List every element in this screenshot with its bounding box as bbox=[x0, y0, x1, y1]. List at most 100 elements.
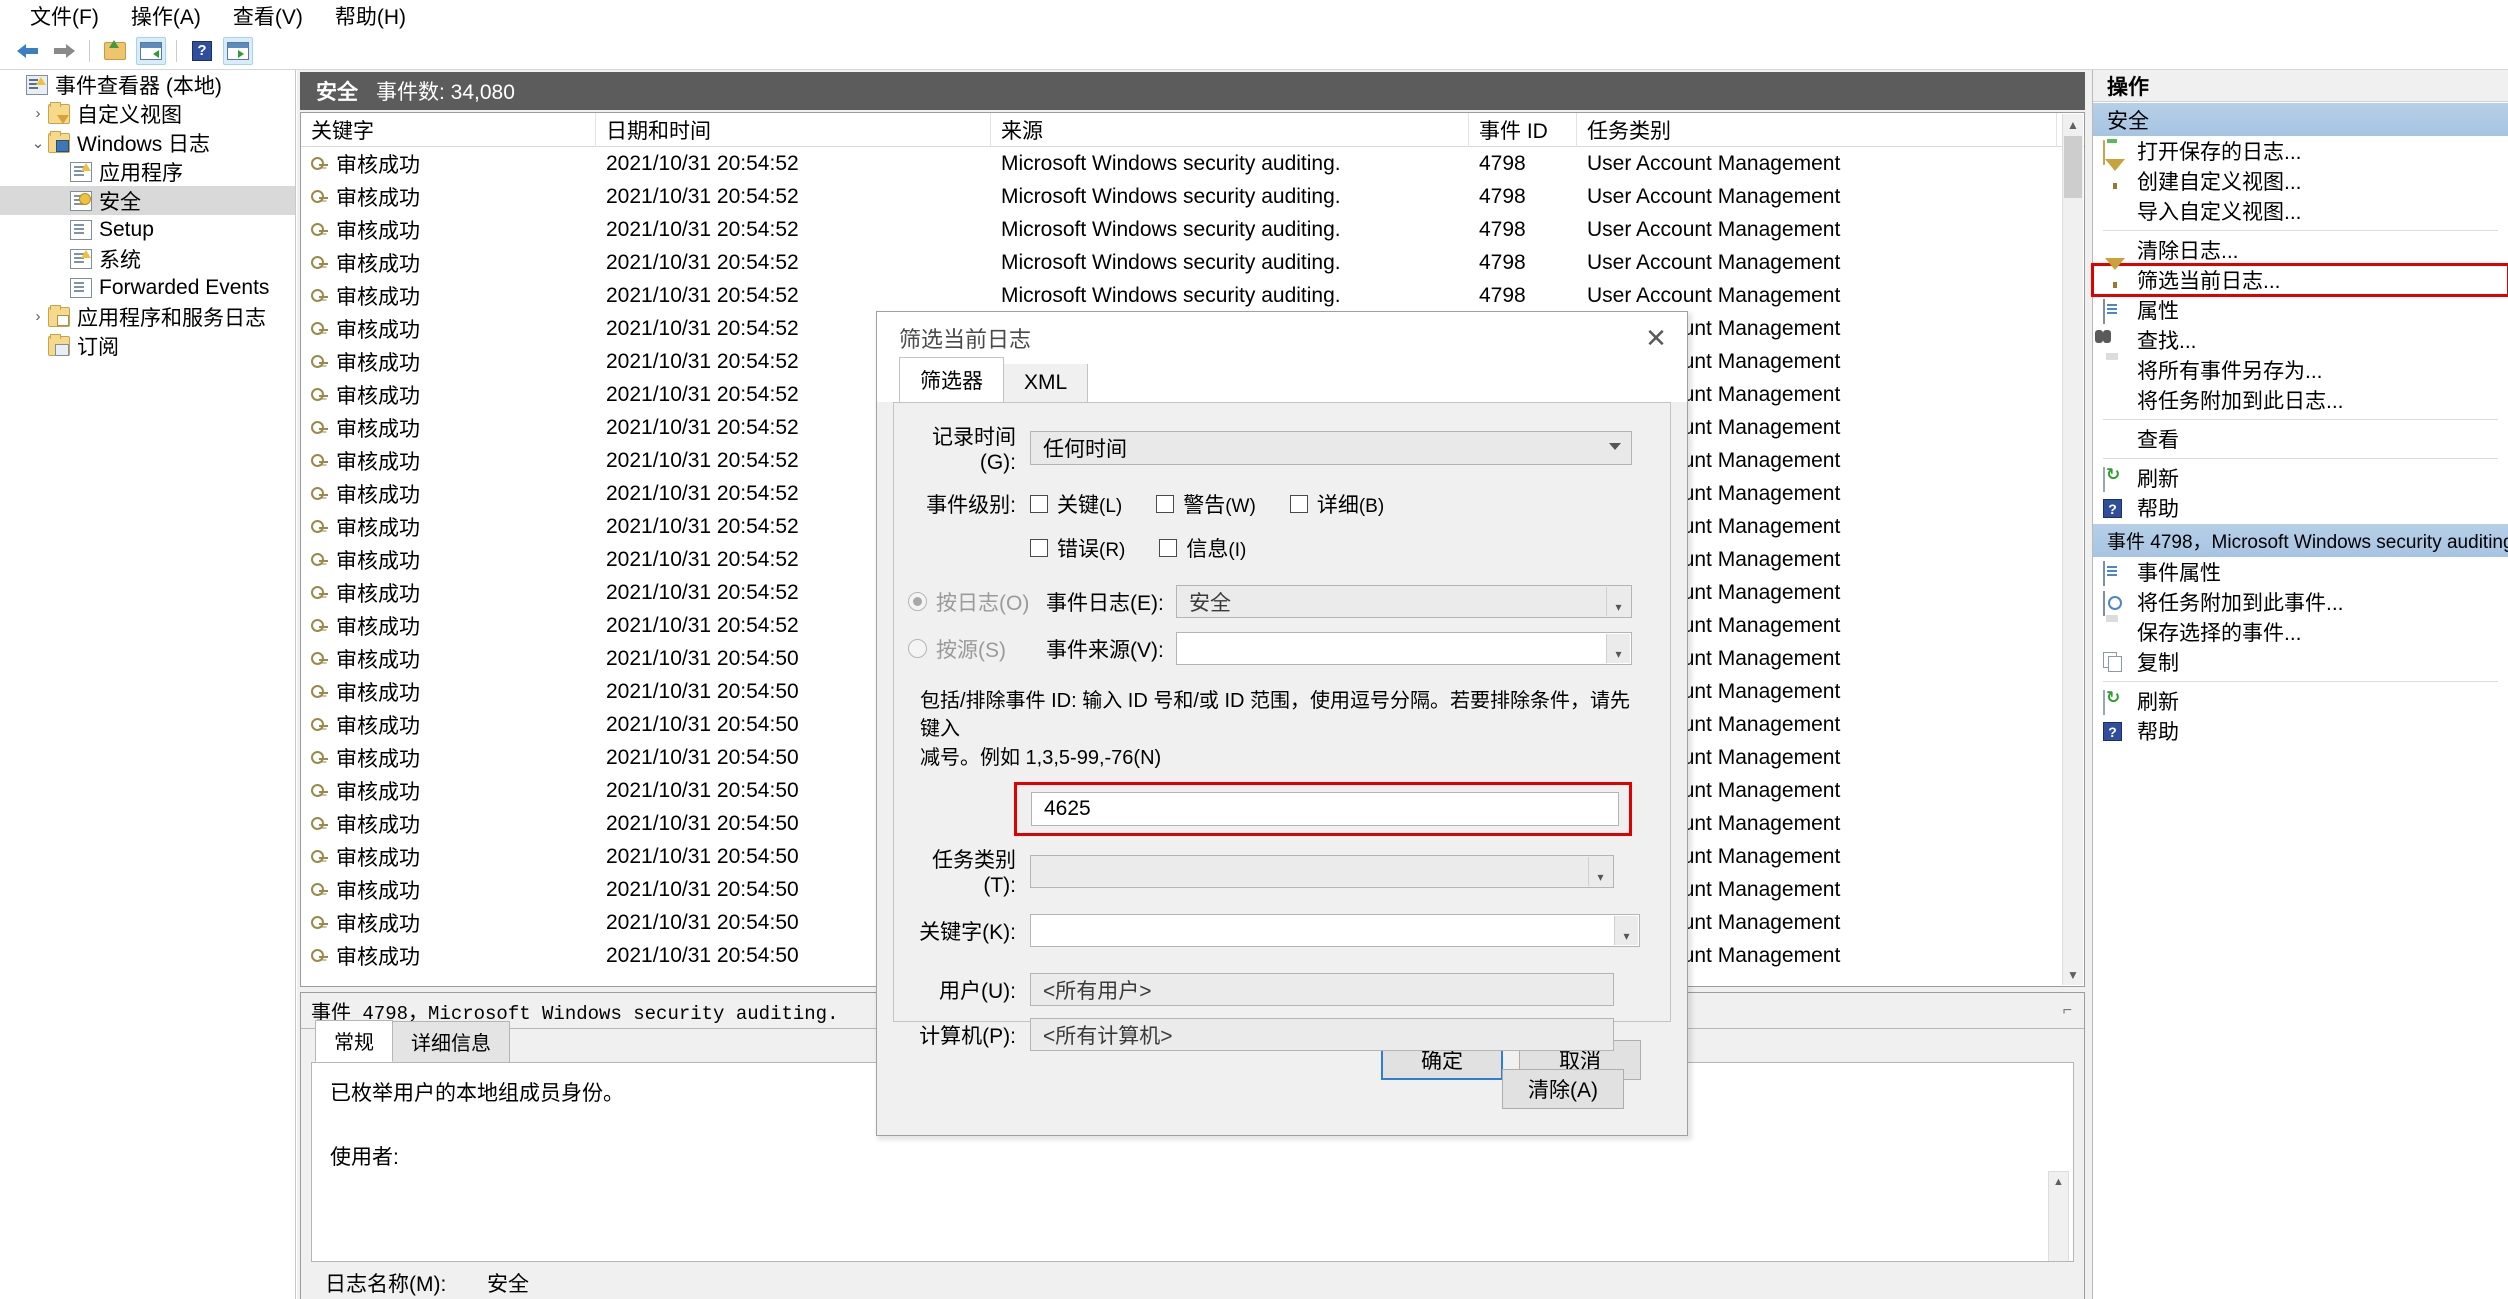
tab-details[interactable]: 详细信息 bbox=[392, 1021, 510, 1062]
tab-general[interactable]: 常规 bbox=[315, 1020, 393, 1062]
action-item-security-11[interactable]: ? 帮助 bbox=[2093, 493, 2508, 523]
task-category-row: 任务类别(T): ▾ bbox=[894, 844, 1670, 898]
action-item-security-4[interactable]: 筛选当前日志... bbox=[2091, 258, 2508, 297]
scroll-up-arrow-icon[interactable]: ▲ bbox=[2063, 114, 2083, 135]
radio-by-log[interactable] bbox=[908, 592, 927, 611]
checkbox-information[interactable] bbox=[1159, 539, 1178, 557]
tree-item-0[interactable]: 事件查看器 (本地) bbox=[0, 70, 295, 99]
action-item-event-1[interactable]: 将任务附加到此事件... bbox=[2093, 587, 2508, 617]
tree-item-9[interactable]: 订阅 bbox=[0, 331, 295, 360]
tree-twisty-icon[interactable]: ⌄ bbox=[28, 134, 48, 152]
help-button[interactable]: ? bbox=[187, 37, 217, 65]
checkbox-error[interactable] bbox=[1030, 539, 1048, 557]
checkbox-critical[interactable] bbox=[1030, 495, 1048, 513]
audit-key-icon bbox=[311, 188, 328, 205]
event-id-input[interactable]: 4625 bbox=[1031, 792, 1619, 827]
tree-twisty-icon[interactable]: › bbox=[28, 105, 48, 122]
tree-item-3[interactable]: 应用程序 bbox=[0, 157, 295, 186]
show-action-pane-button[interactable] bbox=[223, 36, 253, 65]
detail-pane-resize-handle[interactable]: ⌐ bbox=[2063, 1002, 2072, 1020]
action-item-security-2[interactable]: 导入自定义视图... bbox=[2093, 196, 2508, 226]
tree-item-7[interactable]: Forwarded Events bbox=[0, 273, 295, 302]
action-item-event-4[interactable]: 刷新 bbox=[2093, 686, 2508, 716]
column-header-0[interactable]: 关键字 bbox=[301, 113, 596, 147]
table-row[interactable]: 审核成功 2021/10/31 20:54:52 Microsoft Windows… bbox=[301, 180, 2084, 213]
column-header-3[interactable]: 事件 ID bbox=[1469, 113, 1577, 147]
console-tree-pane: 事件查看器 (本地) › 自定义视图 ⌄ Windows 日志 应用程序 安全 Setup 系统… bbox=[0, 70, 296, 1299]
menu-view[interactable]: 查看(V) bbox=[217, 0, 319, 34]
detail-body-scrollbar[interactable]: ▲ ▼ bbox=[2048, 1171, 2069, 1261]
tree-item-label: Setup bbox=[99, 217, 154, 241]
table-row[interactable]: 审核成功 2021/10/31 20:54:52 Microsoft Windows… bbox=[301, 147, 2084, 180]
tree-item-5[interactable]: Setup bbox=[0, 215, 295, 244]
user-field[interactable]: <所有用户> bbox=[1030, 973, 1614, 1007]
event-log-field[interactable]: 安全 ▾ bbox=[1176, 585, 1632, 618]
logged-row: 记录时间(G): 任何时间 bbox=[894, 421, 1670, 475]
menu-file[interactable]: 文件(F) bbox=[14, 0, 115, 34]
cell-task-category: User Account Management bbox=[1587, 184, 1841, 208]
keyword-dropdown-icon[interactable]: ▾ bbox=[1614, 916, 1638, 946]
cell-keyword-text: 审核成功 bbox=[336, 912, 420, 936]
action-item-security-3[interactable]: 清除日志... bbox=[2093, 235, 2508, 265]
scrollbar-thumb[interactable] bbox=[2064, 136, 2082, 198]
action-item-security-8[interactable]: 将任务附加到此日志... bbox=[2093, 385, 2508, 415]
forward-button[interactable] bbox=[49, 37, 79, 65]
action-item-security-5[interactable]: 属性 bbox=[2093, 295, 2508, 325]
action-item-security-0[interactable]: 打开保存的日志... bbox=[2093, 136, 2508, 166]
logged-time-select[interactable]: 任何时间 bbox=[1030, 431, 1632, 465]
tree-item-4[interactable]: 安全 bbox=[0, 186, 295, 215]
toolbar-separator bbox=[89, 39, 90, 62]
action-item-security-10[interactable]: 刷新 bbox=[2093, 463, 2508, 493]
tree-item-1[interactable]: › 自定义视图 bbox=[0, 99, 295, 128]
detail-scroll-up-icon[interactable]: ▲ bbox=[2049, 1172, 2068, 1192]
tree-twisty-icon[interactable]: › bbox=[28, 308, 48, 325]
actions-pane-title: 操作 bbox=[2093, 70, 2508, 102]
keyword-field[interactable]: ▾ bbox=[1030, 914, 1640, 948]
tree-item-label: Forwarded Events bbox=[99, 275, 270, 299]
show-console-tree-button[interactable] bbox=[136, 36, 166, 65]
action-item-event-0[interactable]: 事件属性 bbox=[2093, 557, 2508, 587]
column-header-1[interactable]: 日期和时间 bbox=[596, 113, 991, 147]
help-icon: ? bbox=[2103, 498, 2127, 518]
audit-key-icon bbox=[311, 815, 328, 832]
menu-help[interactable]: 帮助(H) bbox=[319, 0, 422, 34]
scroll-down-arrow-icon[interactable]: ▼ bbox=[2063, 964, 2083, 985]
task-category-dropdown-icon[interactable]: ▾ bbox=[1588, 856, 1612, 886]
open-saved-log-button[interactable] bbox=[100, 37, 130, 65]
table-row[interactable]: 审核成功 2021/10/31 20:54:52 Microsoft Windows… bbox=[301, 213, 2084, 246]
action-item-security-1[interactable]: 创建自定义视图... bbox=[2093, 159, 2508, 196]
action-item-security-6[interactable]: 查找... bbox=[2093, 325, 2508, 355]
table-row[interactable]: 审核成功 2021/10/31 20:54:52 Microsoft Windows… bbox=[301, 279, 2084, 312]
audit-key-icon bbox=[311, 518, 328, 535]
event-source-field[interactable]: ▾ bbox=[1176, 632, 1632, 665]
action-item-event-5[interactable]: ? 帮助 bbox=[2093, 716, 2508, 746]
menu-action[interactable]: 操作(A) bbox=[115, 0, 217, 34]
action-item-security-7[interactable]: 将所有事件另存为... bbox=[2093, 355, 2508, 385]
event-log-dropdown-icon[interactable]: ▾ bbox=[1606, 587, 1630, 616]
radio-by-source[interactable] bbox=[908, 639, 927, 658]
tree-item-2[interactable]: ⌄ Windows 日志 bbox=[0, 128, 295, 157]
column-header-2[interactable]: 来源 bbox=[991, 113, 1469, 147]
action-item-event-2[interactable]: 保存选择的事件... bbox=[2093, 617, 2508, 647]
task-category-field[interactable]: ▾ bbox=[1030, 854, 1614, 888]
clear-button[interactable]: 清除(A) bbox=[1502, 1069, 1624, 1110]
back-button[interactable] bbox=[13, 37, 43, 65]
checkbox-warning[interactable] bbox=[1156, 495, 1175, 513]
computer-field[interactable]: <所有计算机> bbox=[1030, 1018, 1614, 1052]
forward-arrow-icon bbox=[53, 43, 75, 58]
event-log-value: 安全 bbox=[1189, 591, 1231, 615]
cell-keyword: 审核成功 bbox=[301, 281, 596, 311]
tab-filter[interactable]: 筛选器 bbox=[899, 357, 1004, 402]
tree-item-8[interactable]: › 应用程序和服务日志 bbox=[0, 302, 295, 331]
column-header-4[interactable]: 任务类别 bbox=[1577, 113, 2057, 147]
action-item-event-3[interactable]: 复制 bbox=[2093, 647, 2508, 677]
event-list-scrollbar[interactable]: ▲ ▼ bbox=[2062, 114, 2083, 985]
event-source-dropdown-icon[interactable]: ▾ bbox=[1606, 634, 1630, 663]
checkbox-verbose[interactable] bbox=[1289, 495, 1308, 513]
close-icon[interactable]: ✕ bbox=[1625, 312, 1687, 364]
cell-keyword-text: 审核成功 bbox=[336, 549, 420, 573]
action-item-security-9[interactable]: 查看 bbox=[2093, 424, 2508, 454]
table-row[interactable]: 审核成功 2021/10/31 20:54:52 Microsoft Windows… bbox=[301, 246, 2084, 279]
tree-item-6[interactable]: 系统 bbox=[0, 244, 295, 273]
tab-xml[interactable]: XML bbox=[1003, 363, 1089, 402]
